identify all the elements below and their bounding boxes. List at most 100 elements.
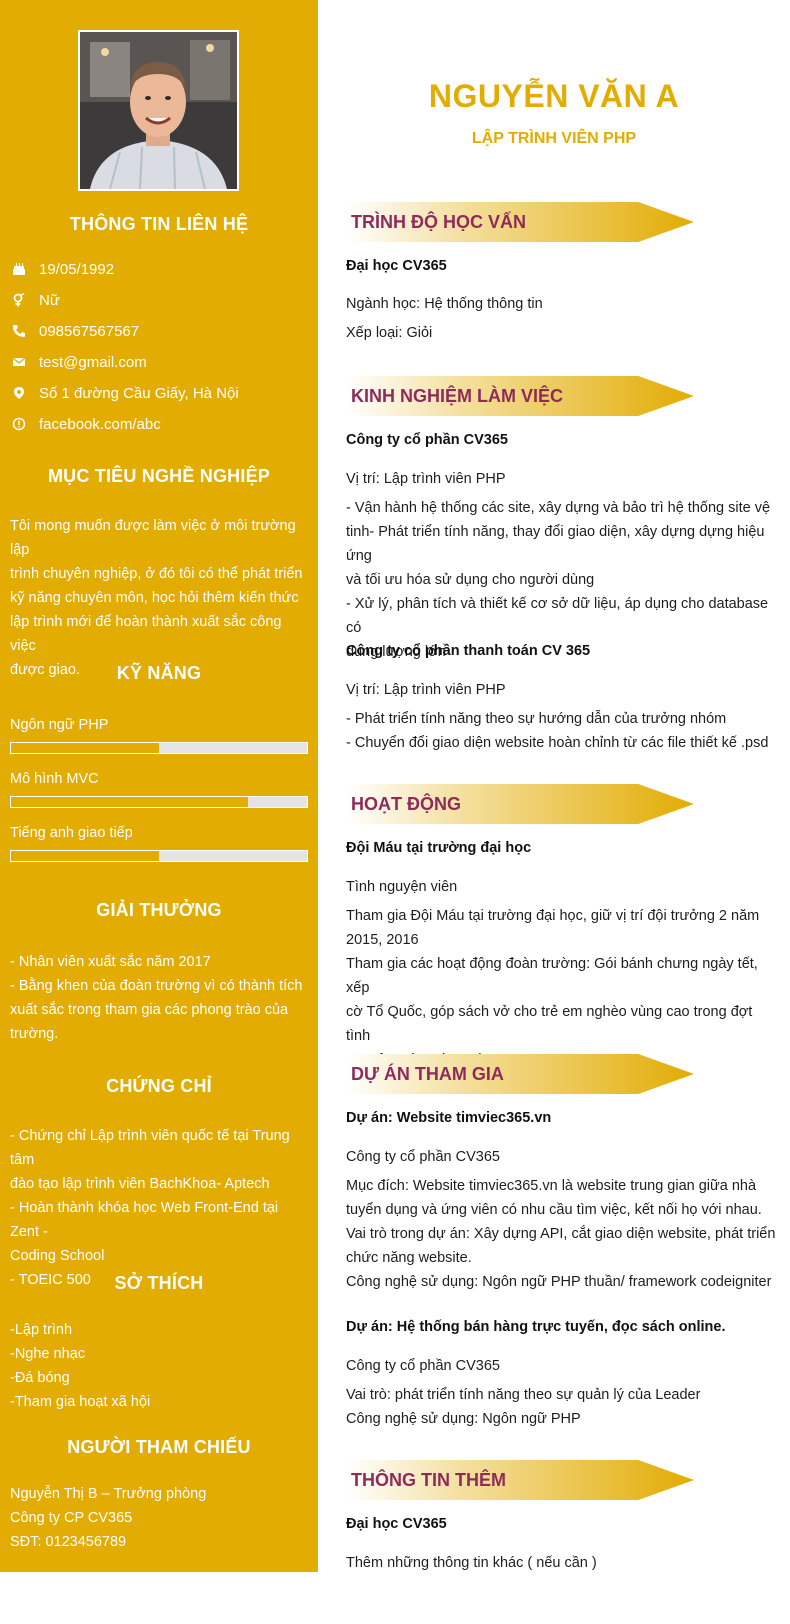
hobby-line: -Tham gia hoạt xã hội [10,1394,151,1410]
objective-line: kỹ năng chuyên môn, học hỏi thêm kiến th… [10,590,299,606]
reference-line: Công ty CP CV365 [10,1510,133,1526]
experience-line: - Vận hành hệ thống các site, xây dựng v… [346,500,771,516]
activity-description: Tham gia Đội Máu tại trường đại học, giữ… [346,904,776,1072]
skill-bar [10,850,308,862]
experience-line: - Xử lý, phân tích và thiết kế cơ sở dữ … [346,596,769,636]
skill-bar-fill [11,851,159,861]
experience-line: tinh- Phát triển tính năng, thay đổi gia… [346,524,765,564]
reference-title: NGƯỜI THAM CHIẾU [67,1437,251,1457]
birthday-cake-icon [10,260,28,278]
contact-text: Nữ [39,291,60,309]
activity-line: cờ Tổ Quốc, góp sách vở cho trẻ em nghèo… [346,1004,753,1044]
objective-line: trình chuyên nghiệp, ở đó tôi có thể phá… [10,566,303,582]
project-description: Mục đích: Website timviec365.vn là websi… [346,1174,776,1294]
skill-label: Mô hình MVC [10,771,99,787]
cert-line: Coding School [10,1248,105,1264]
activity-line: Tham gia Đội Máu tại trường đại học, giữ… [346,908,760,924]
location-icon [10,384,28,402]
experience-description: - Phát triển tính năng theo sự hướng dẫn… [346,707,776,755]
contact-text: 098567567567 [39,322,140,340]
hobby-line: -Đá bóng [10,1370,70,1386]
hobbies-text: -Lập trình -Nghe nhạc -Đá bóng -Tham gia… [10,1318,310,1414]
candidate-name: NGUYỄN VĂN A [428,78,680,114]
hobby-line: -Lập trình [10,1322,73,1338]
section-projects-title: DỰ ÁN THAM GIA [346,1054,694,1094]
awards-title: GIẢI THƯỞNG [96,900,222,920]
certs-text: - Chứng chỉ Lập trình viên quốc tế tại T… [10,1124,310,1292]
contact-text: Số 1 đường Cầu Giấy, Hà Nội [39,384,239,402]
contact-address: Số 1 đường Cầu Giấy, Hà Nội [10,381,239,405]
skill-bar [10,796,308,808]
experience-description: - Vận hành hệ thống các site, xây dựng v… [346,496,776,664]
email-icon [10,353,28,371]
avatar [78,30,239,191]
reference-text: Nguyễn Thị B – Trưởng phòng Công ty CP C… [10,1482,310,1554]
section-experience-title: KINH NGHIỆM LÀM VIỆC [346,376,694,416]
skill-bar-fill [11,743,159,753]
project-name: Dự án: Hệ thống bán hàng trực tuyến, đọc… [346,1319,726,1335]
experience-line: và tối ưu hóa sử dụng cho người dùng [346,572,595,588]
experience-company: Công ty cổ phần CV365 [346,432,508,448]
contact-gender: Nữ [10,288,60,312]
activity-line: 2015, 2016 [346,932,419,948]
contact-facebook: facebook.com/abc [10,412,161,436]
objective-text: Tôi mong muốn được làm việc ở môi trường… [10,514,310,682]
profile-photo [80,32,237,189]
activity-role: Tình nguyện viên [346,879,458,895]
contact-phone: 098567567567 [10,319,139,343]
section-extra-title: THÔNG TIN THÊM [346,1460,694,1500]
experience-company: Công ty cổ phần thanh toán CV 365 [346,643,591,659]
project-name: Dự án: Website timviec365.vn [346,1110,552,1126]
award-line: - Bằng khen của đoàn trường vì có thành … [10,978,303,994]
facebook-icon [10,415,28,433]
sidebar: THÔNG TIN LIÊN HỆ 19/05/1992 Nữ 09856756… [0,0,318,1572]
extra-text: Thêm những thông tin khác ( nếu cần ) [346,1555,597,1571]
gender-icon [10,291,28,309]
cert-line: đào tạo lập trình viên BachKhoa- Aptech [10,1176,270,1192]
hobbies-title: SỞ THÍCH [114,1273,204,1293]
project-description: Vai trò: phát triển tính năng theo sự qu… [346,1383,776,1431]
experience-line: - Chuyển đổi giao diện website hoàn chỉn… [346,735,769,751]
contact-birthday: 19/05/1992 [10,257,114,281]
experience-position: Vị trí: Lập trình viên PHP [346,682,506,698]
contact-text: 19/05/1992 [39,260,115,278]
section-activities-title: HOẠT ĐỘNG [346,784,694,824]
cert-line: - Chứng chỉ Lập trình viên quốc tế tại T… [10,1128,290,1168]
project-line: tuyển dụng và ứng viên có nhu cầu tìm vi… [346,1202,762,1218]
skill-bar-fill [11,797,248,807]
activity-line: Tham gia các hoạt động đoàn trường: Gói … [346,956,758,996]
skill-label: Ngôn ngữ PHP [10,717,109,733]
skill-bar [10,742,308,754]
project-line: chức năng website. [346,1250,472,1266]
contact-text: facebook.com/abc [39,415,161,433]
project-line: Vai trò trong dự án: Xây dựng API, cắt g… [346,1226,776,1242]
award-line: xuất sắc trong tham gia các phong trào c… [10,1002,289,1018]
project-line: Vai trò: phát triển tính năng theo sự qu… [346,1387,701,1403]
experience-line: - Phát triển tính năng theo sự hướng dẫn… [346,711,727,727]
objective-line: Tôi mong muốn được làm việc ở môi trường… [10,518,296,558]
project-company: Công ty cổ phần CV365 [346,1149,500,1165]
contact-title: THÔNG TIN LIÊN HỆ [69,214,249,234]
project-line: Công nghệ sử dụng: Ngôn ngữ PHP thuần/ f… [346,1274,772,1290]
certs-title: CHỨNG CHỈ [106,1076,212,1096]
experience-position: Vị trí: Lập trình viên PHP [346,471,506,487]
award-line: - Nhân viên xuất sắc năm 2017 [10,954,211,970]
hobby-line: -Nghe nhạc [10,1346,85,1362]
contact-text: test@gmail.com [39,353,147,371]
candidate-job-title: LẬP TRÌNH VIÊN PHP [471,130,637,147]
section-education-title: TRÌNH ĐỘ HỌC VẤN [346,202,694,242]
project-line: Công nghệ sử dụng: Ngôn ngữ PHP [346,1411,581,1427]
objective-line: lập trình mới để hoàn thành xuất sắc côn… [10,614,282,654]
phone-icon [10,322,28,340]
objective-title: MỤC TIÊU NGHỀ NGHIỆP [47,466,270,486]
cert-line: - Hoàn thành khóa học Web Front-End tại … [10,1200,279,1240]
project-line: Mục đích: Website timviec365.vn là websi… [346,1178,757,1194]
contact-email: test@gmail.com [10,350,147,374]
project-company: Công ty cổ phần CV365 [346,1358,500,1374]
education-major: Ngành học: Hệ thống thông tin [346,296,543,312]
reference-line: SĐT: 0123456789 [10,1534,127,1550]
reference-line: Nguyễn Thị B – Trưởng phòng [10,1486,207,1502]
extra-heading: Đại học CV365 [346,1516,447,1532]
award-line: trường. [10,1026,59,1042]
awards-text: - Nhân viên xuất sắc năm 2017 - Bằng khe… [10,950,310,1046]
